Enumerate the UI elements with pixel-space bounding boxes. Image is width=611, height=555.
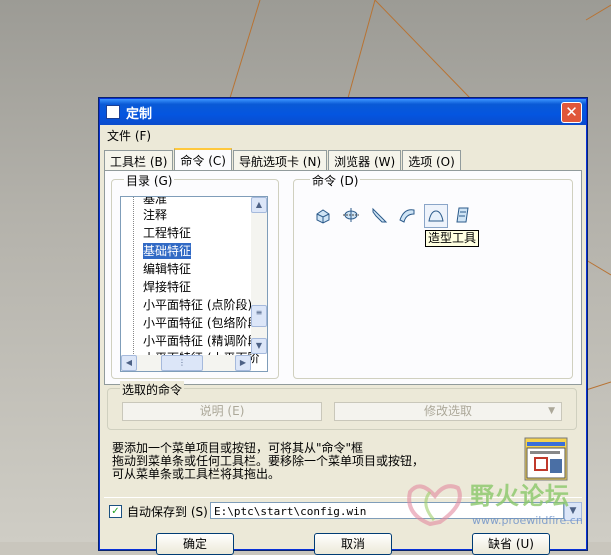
tab-strip: 工具栏 (B) 命令 (C) 导航选项卡 (N) 浏览器 (W) 选项 (O): [104, 148, 462, 171]
commands-group: 命令 (D): [293, 172, 573, 379]
list-item[interactable]: 小平面特征 (点阶段): [143, 297, 252, 313]
list-item-selected[interactable]: 基础特征: [143, 243, 192, 259]
revolve-icon[interactable]: [340, 204, 362, 226]
variable-section-icon[interactable]: [452, 204, 474, 226]
list-item[interactable]: 注释: [143, 207, 167, 223]
menu-file[interactable]: 文件 (F): [107, 127, 151, 144]
list-item[interactable]: 工程特征: [143, 225, 191, 241]
autosave-label: 自动保存到 (S): [127, 504, 208, 519]
style-icon[interactable]: [424, 204, 448, 228]
menu-bar: 文件 (F): [100, 125, 586, 145]
list-item[interactable]: 编辑特征: [143, 261, 191, 277]
watermark-logo: [407, 484, 462, 527]
ok-button[interactable]: 确定: [156, 533, 234, 555]
commands-tab-panel: 目录 (G) 基准 注释 工程特征 基础特征 编辑特征 焊接特征 小平面特征 (…: [104, 170, 582, 385]
selected-command-group: 选取的命令 说明 (E) 修改选取 ▼: [107, 381, 577, 430]
tab-commands[interactable]: 命令 (C): [174, 148, 232, 171]
watermark: 野火论坛 www.proewildfire.cn: [400, 470, 611, 542]
list-item[interactable]: 小平面特征 (精调阶段: [143, 333, 260, 349]
list-item[interactable]: 基准: [143, 197, 167, 207]
list-item[interactable]: 焊接特征: [143, 279, 191, 295]
horizontal-scrollbar[interactable]: ◀ ⋮ ▶: [121, 355, 251, 371]
title-bar[interactable]: 定制 ✕: [100, 99, 586, 125]
scroll-right-icon[interactable]: ▶: [235, 355, 251, 371]
list-item[interactable]: 小平面特征 (包络阶段: [143, 315, 260, 331]
tooltip: 造型工具: [425, 230, 480, 247]
close-button[interactable]: ✕: [561, 102, 582, 123]
catalog-label: 目录 (G): [124, 172, 175, 189]
dialog-title: 定制: [126, 106, 153, 122]
modify-selection-button[interactable]: 修改选取 ▼: [334, 402, 562, 421]
selected-command-label: 选取的命令: [120, 381, 185, 398]
commands-label: 命令 (D): [310, 172, 361, 189]
describe-button[interactable]: 说明 (E): [122, 402, 322, 421]
cancel-button[interactable]: 取消: [314, 533, 392, 555]
window-icon: [106, 105, 120, 119]
scroll-up-icon[interactable]: ▲: [251, 197, 267, 213]
catalog-list[interactable]: 基准 注释 工程特征 基础特征 编辑特征 焊接特征 小平面特征 (点阶段) 小平…: [120, 196, 268, 372]
chevron-down-icon: ▼: [548, 406, 555, 416]
scroll-down-icon[interactable]: ▼: [251, 338, 267, 354]
watermark-url: www.proewildfire.cn: [472, 514, 583, 527]
autosave-checkbox[interactable]: ✓: [109, 504, 122, 518]
tab-options[interactable]: 选项 (O): [402, 150, 461, 170]
vertical-scrollbar[interactable]: ▲ ≡ ▼: [251, 197, 267, 354]
sweep-icon[interactable]: [368, 204, 390, 226]
scroll-thumb[interactable]: ≡: [251, 305, 267, 327]
extrude-icon[interactable]: [312, 204, 334, 226]
blend-icon[interactable]: [396, 204, 418, 226]
tab-toolbars[interactable]: 工具栏 (B): [104, 150, 174, 170]
modify-selection-label: 修改选取: [423, 404, 472, 418]
catalog-group: 目录 (G) 基准 注释 工程特征 基础特征 编辑特征 焊接特征 小平面特征 (…: [111, 172, 279, 379]
tree-line: [133, 197, 134, 354]
tab-navigator[interactable]: 导航选项卡 (N): [232, 150, 328, 170]
scroll-left-icon[interactable]: ◀: [121, 355, 137, 371]
watermark-title: 野火论坛: [470, 482, 570, 510]
h-scroll-thumb[interactable]: ⋮: [161, 355, 203, 371]
tab-browser[interactable]: 浏览器 (W): [328, 150, 402, 170]
